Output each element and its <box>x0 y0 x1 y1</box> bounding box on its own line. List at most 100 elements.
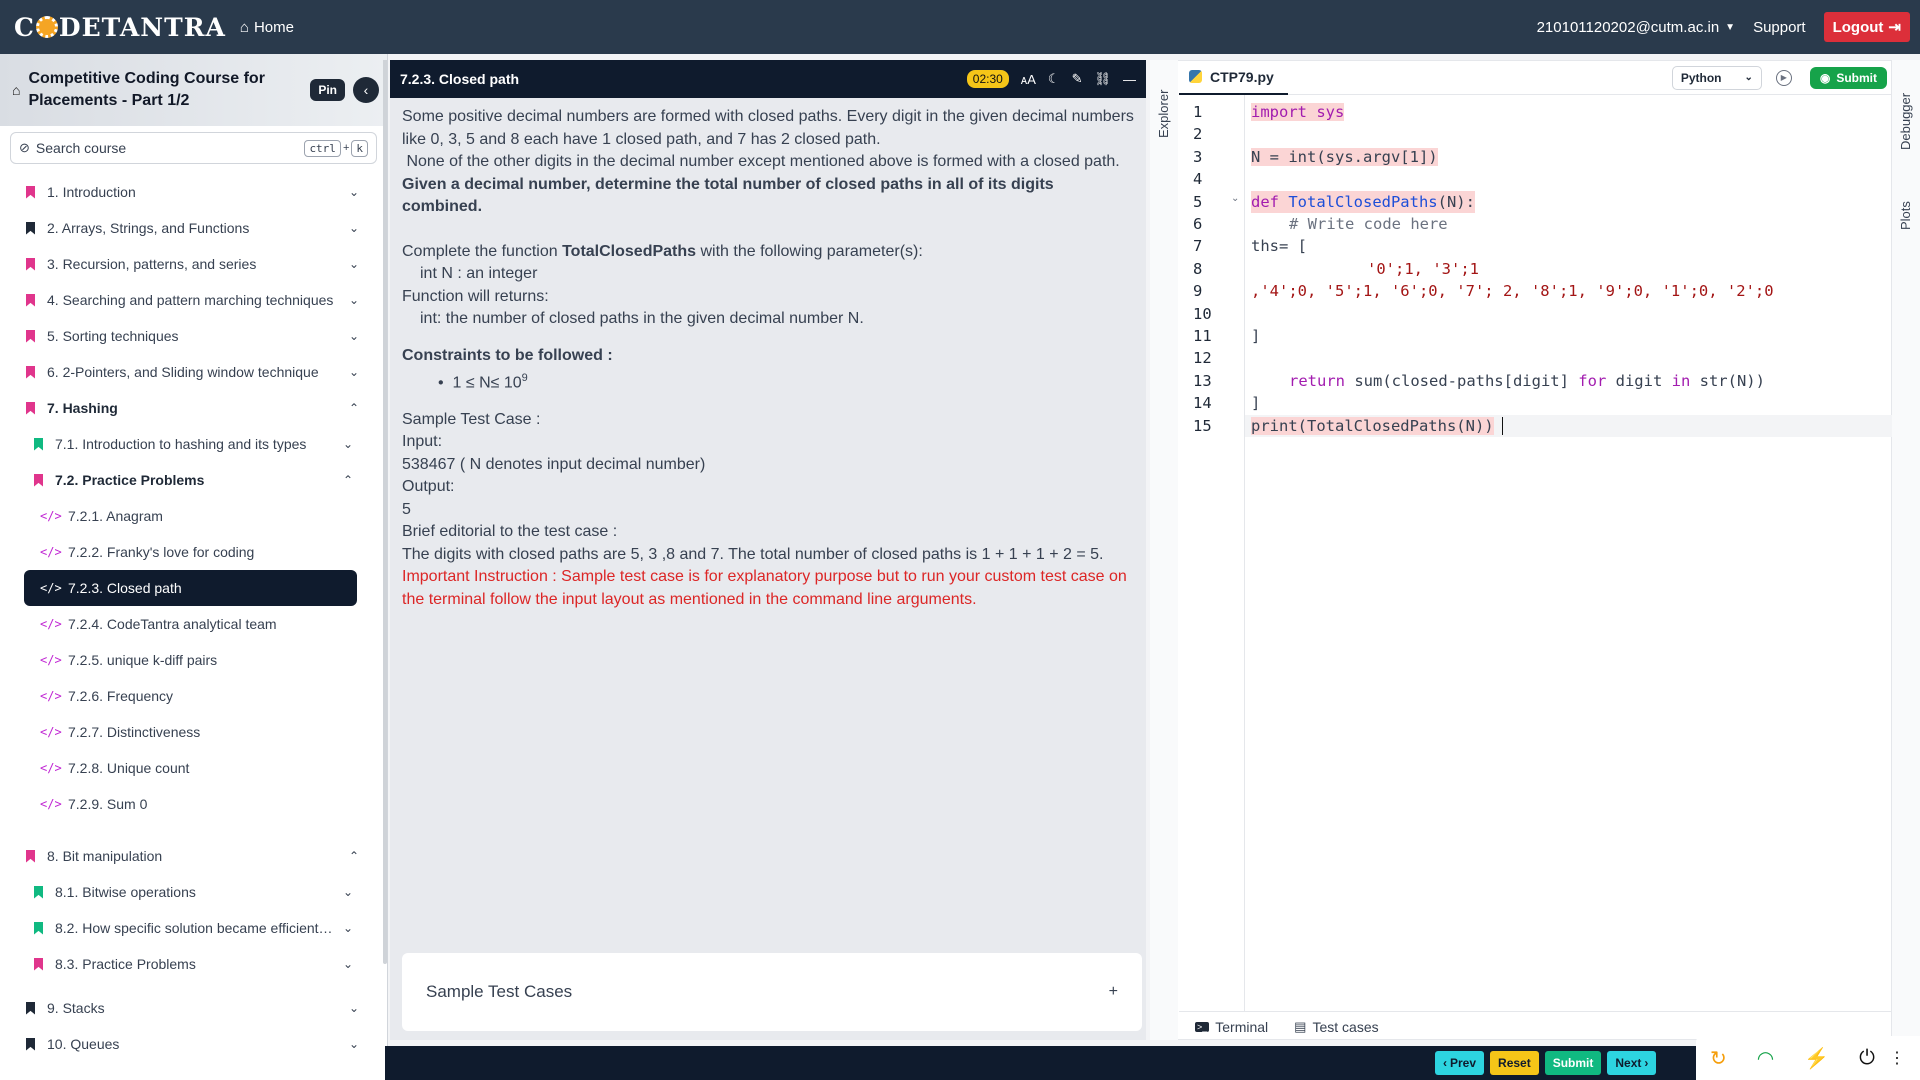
submit-button[interactable]: Submit <box>1544 1051 1602 1075</box>
plugin-off-icon[interactable]: ⚡ <box>1804 1046 1829 1071</box>
reset-button[interactable]: Reset <box>1490 1051 1539 1075</box>
subsection-item-practice[interactable]: 7.2. Practice Problems ⌃ <box>0 462 387 498</box>
refresh-icon[interactable]: ↻ <box>1710 1046 1727 1071</box>
pin-button[interactable]: Pin <box>310 79 346 101</box>
bookmark-icon <box>34 885 43 899</box>
line-number: 1 <box>1193 103 1203 121</box>
returns-header: Function will returns: <box>402 287 549 305</box>
chevron-down-icon: ⌄ <box>348 1001 360 1015</box>
subsection-item[interactable]: 7.1. Introduction to hashing and its typ… <box>0 426 387 462</box>
test-cases-tab[interactable]: ▤ Test cases <box>1294 1019 1378 1035</box>
terminal-icon: >_ <box>1195 1021 1210 1032</box>
section-item[interactable]: 2. Arrays, Strings, and Functions ⌄ <box>0 210 387 246</box>
section-item[interactable]: 4. Searching and pattern marching techni… <box>0 282 387 318</box>
home-icon[interactable]: ⌂ <box>12 82 20 98</box>
next-button[interactable]: Next › <box>1607 1051 1657 1075</box>
chevron-down-icon: ⌄ <box>348 221 360 235</box>
chevron-up-icon: ⌃ <box>348 849 360 863</box>
chevron-right-icon: › <box>1644 1056 1649 1070</box>
chevron-down-icon: ⌄ <box>348 365 360 379</box>
debugger-label: Debugger <box>1898 92 1913 150</box>
chevron-down-icon: ⌄ <box>1744 72 1753 83</box>
codetantra-logo[interactable]: C DETANTRA <box>14 13 226 42</box>
section-item[interactable]: 1. Introduction ⌄ <box>0 174 387 210</box>
problem-pane: 7.2.3. Closed path 02:30 ᴀA ☾ ✎ ⛓ — Some… <box>390 60 1146 1040</box>
section-label: 7. Hashing <box>47 400 118 416</box>
shortcut-key: k <box>351 139 368 157</box>
subsection-item[interactable]: 8.3. Practice Problems ⌄ <box>0 946 387 982</box>
problem-item[interactable]: </> 7.2.7. Distinctiveness <box>0 714 387 750</box>
submit-button-top[interactable]: ◉ Submit <box>1809 66 1887 89</box>
section-item-queues[interactable]: 10. Queues ⌄ <box>0 1026 387 1062</box>
chevron-up-icon: ⌃ <box>342 473 354 487</box>
line-number: 8 <box>1193 259 1203 278</box>
chevron-down-icon: ⌄ <box>342 885 354 899</box>
bookmark-icon <box>34 957 43 971</box>
code-token: for <box>1578 371 1607 390</box>
subsection-item[interactable]: 8.1. Bitwise operations ⌄ <box>0 874 387 910</box>
section-item-stacks[interactable]: 9. Stacks ⌄ <box>0 990 387 1026</box>
subsection-item[interactable]: 8.2. How specific solution became effici… <box>0 910 387 946</box>
section-item-hashing[interactable]: 7. Hashing ⌃ <box>0 390 387 426</box>
terminal-label: Terminal <box>1215 1018 1269 1035</box>
problem-item[interactable]: </> 7.2.2. Franky's love for coding <box>0 534 387 570</box>
support-link[interactable]: Support <box>1753 19 1806 36</box>
collapse-sidebar-button[interactable]: ‹ <box>353 77 379 103</box>
problem-item[interactable]: </> 7.2.4. CodeTantra analytical team <box>0 606 387 642</box>
expand-icon[interactable]: + <box>1109 983 1118 1001</box>
section-item[interactable]: 3. Recursion, patterns, and series ⌄ <box>0 246 387 282</box>
chevron-down-icon: ⌄ <box>348 257 360 271</box>
code-area[interactable]: import sys N = int(sys.argv[1]) def Tota… <box>1245 95 1893 1011</box>
prev-button[interactable]: ‹ Prev <box>1435 1051 1485 1075</box>
explorer-tab[interactable]: Explorer <box>1156 90 1171 138</box>
input-header: Input: <box>402 433 443 451</box>
link-icon[interactable]: ⛓ <box>1094 71 1111 87</box>
problem-item[interactable]: </> 7.2.8. Unique count <box>0 750 387 786</box>
code-icon: </> <box>40 653 62 667</box>
code-line: def TotalClosedPaths(N): <box>1251 190 1475 213</box>
timer-badge: 02:30 <box>966 70 1009 88</box>
dark-mode-icon[interactable]: ☾ <box>1048 71 1060 87</box>
function-statement: Complete the function TotalClosedPaths w… <box>402 241 1134 264</box>
section-item[interactable]: 5. Sorting techniques ⌄ <box>0 318 387 354</box>
code-token: str(N)) <box>1690 371 1765 390</box>
user-menu[interactable]: 210101120202@cutm.ac.in ▼ <box>1537 19 1735 36</box>
more-options-icon[interactable]: ⋮ <box>1889 1048 1905 1068</box>
plots-label: Plots <box>1898 201 1913 230</box>
problem-item[interactable]: </> 7.2.6. Frequency <box>0 678 387 714</box>
minimize-icon[interactable]: — <box>1123 72 1136 87</box>
debugger-tab[interactable]: Debugger <box>1898 93 1913 150</box>
logout-button[interactable]: Logout ⇥ <box>1823 12 1910 42</box>
problem-item[interactable]: </> 7.2.5. unique k-diff pairs <box>0 642 387 678</box>
code-comment: # Write code here <box>1289 215 1448 233</box>
subsection-label: 8.1. Bitwise operations <box>55 884 196 900</box>
edit-icon[interactable]: ✎ <box>1072 71 1083 87</box>
file-tab[interactable]: CTP79.py <box>1179 60 1288 95</box>
font-size-icon[interactable]: ᴀA <box>1021 72 1036 87</box>
terminal-tab[interactable]: >_ Terminal <box>1195 1019 1268 1035</box>
section-item[interactable]: 6. 2-Pointers, and Sliding window techni… <box>0 354 387 390</box>
course-header: ⌂ Competitive Coding Course for Placemen… <box>0 54 387 126</box>
code-editor-panel: CTP79.py Python ⌄ ▶ ◉ Submit 1 2 3 4 5 6… <box>1152 60 1893 1040</box>
editorial-header: Brief editorial to the test case : <box>402 523 618 541</box>
problem-item[interactable]: </> 7.2.9. Sum 0 <box>0 786 387 822</box>
fold-icon[interactable]: ⌄ <box>1231 193 1239 204</box>
run-icon[interactable]: ▶ <box>1775 69 1792 86</box>
problem-item-active[interactable]: </> 7.2.3. Closed path <box>24 570 357 606</box>
pane-divider[interactable] <box>383 60 387 915</box>
line-number: 15 <box>1193 416 1212 435</box>
section-label: 9. Stacks <box>47 1000 105 1016</box>
chevron-up-icon: ⌃ <box>348 401 360 415</box>
text-cursor <box>1501 416 1503 435</box>
home-link[interactable]: ⌂ Home <box>240 19 294 36</box>
problem-item[interactable]: </> 7.2.1. Anagram <box>0 498 387 534</box>
next-label: Next <box>1615 1056 1642 1070</box>
chevron-down-icon: ⌄ <box>342 957 354 971</box>
plots-tab[interactable]: Plots <box>1898 201 1913 230</box>
search-course-input[interactable]: ⊘ Search course ctrl + k <box>10 132 377 164</box>
sample-test-cases-panel[interactable]: Sample Test Cases + <box>402 953 1142 1031</box>
power-icon[interactable]: ⏻ <box>1859 1047 1875 1070</box>
language-select[interactable]: Python ⌄ <box>1671 65 1762 90</box>
section-item-bit-manipulation[interactable]: 8. Bit manipulation ⌃ <box>0 838 387 874</box>
chevron-left-icon: ‹ <box>363 82 369 98</box>
